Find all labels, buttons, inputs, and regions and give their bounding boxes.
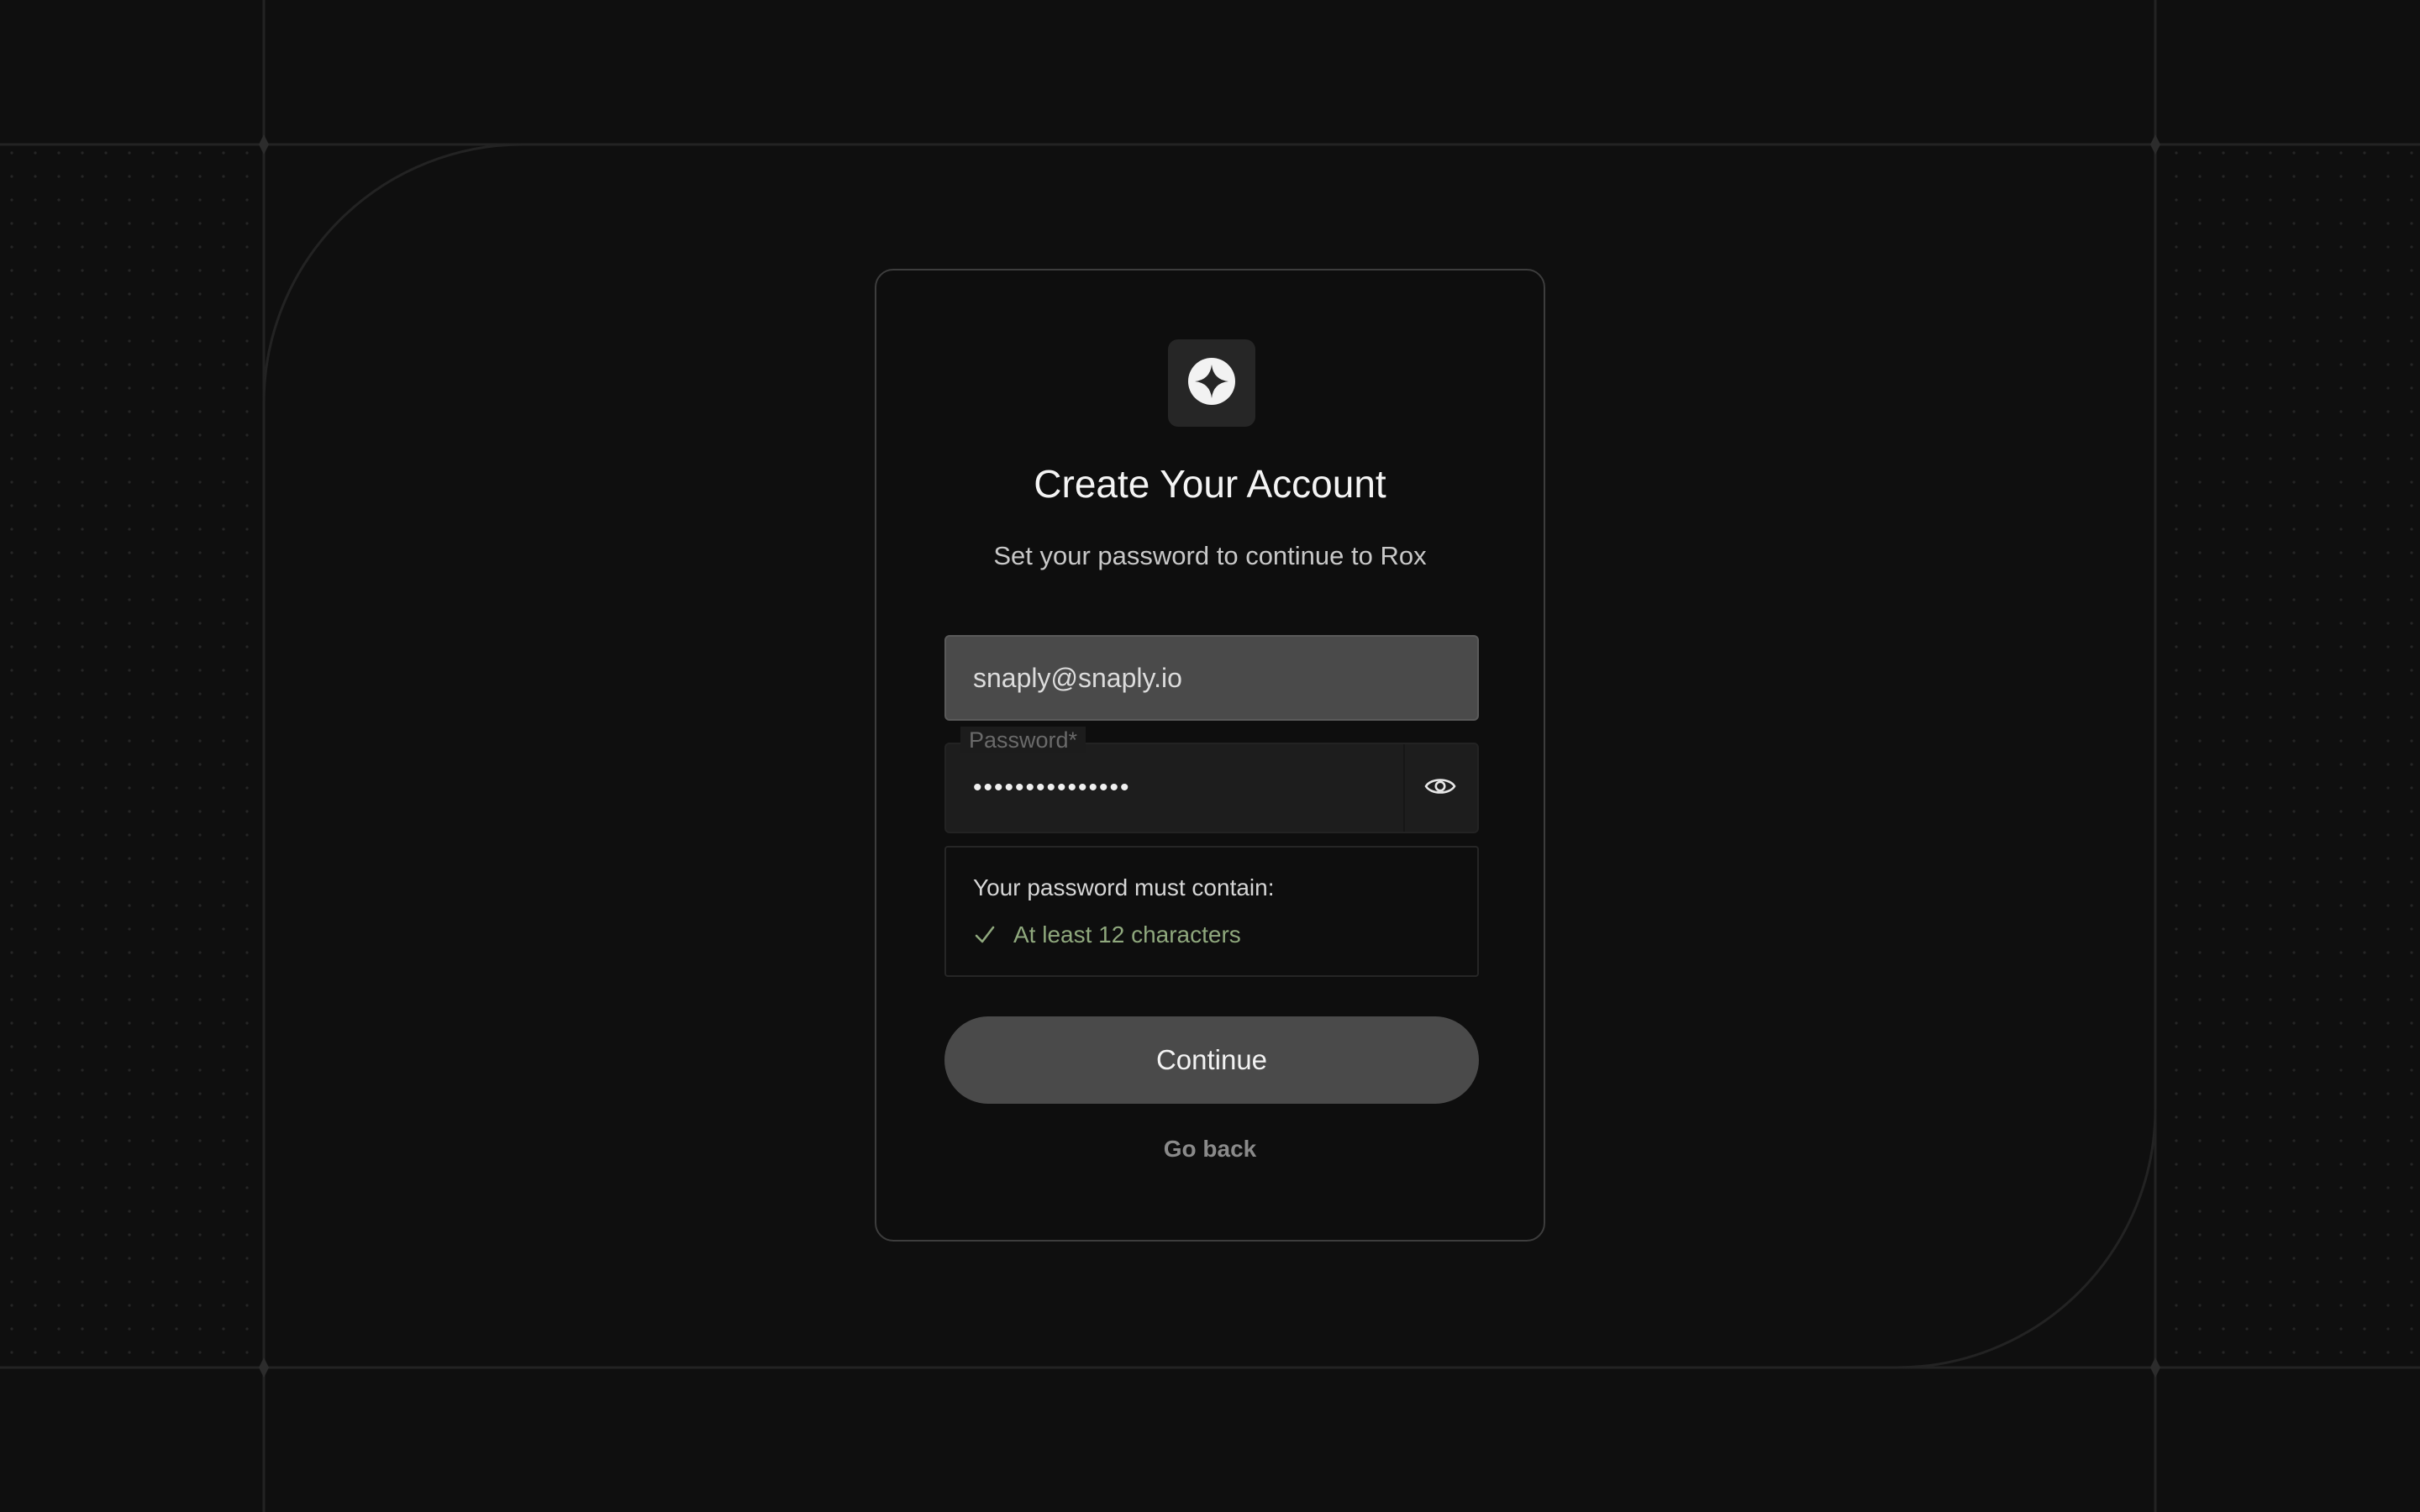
page-title: Create Your Account [1034,462,1386,506]
email-field[interactable]: snaply@snaply.io [944,635,1479,721]
app-logo [1168,339,1255,427]
password-value: ••••••••••••••• [973,774,1131,801]
show-password-button[interactable] [1415,766,1465,810]
password-field-divider [1403,744,1405,832]
four-point-star-icon [1186,356,1237,411]
email-value: snaply@snaply.io [973,662,1182,693]
page-subtitle: Set your password to continue to Rox [993,541,1427,570]
password-label: Password* [960,727,1086,753]
continue-button[interactable]: Continue [944,1016,1479,1104]
requirement-label: At least 12 characters [1013,921,1241,948]
requirements-title: Your password must contain: [973,874,1275,900]
go-back-link[interactable]: Go back [876,1136,1544,1163]
requirement-item: At least 12 characters [973,920,1241,950]
page-background: Create Your Account Set your password to… [0,0,2420,1512]
eye-icon [1424,774,1456,802]
password-field[interactable]: ••••••••••••••• [944,743,1479,833]
signup-card: Create Your Account Set your password to… [875,269,1545,1242]
password-requirements: Your password must contain: At least 12 … [944,846,1479,977]
checkmark-icon [973,923,997,947]
continue-button-label: Continue [1155,1044,1268,1075]
